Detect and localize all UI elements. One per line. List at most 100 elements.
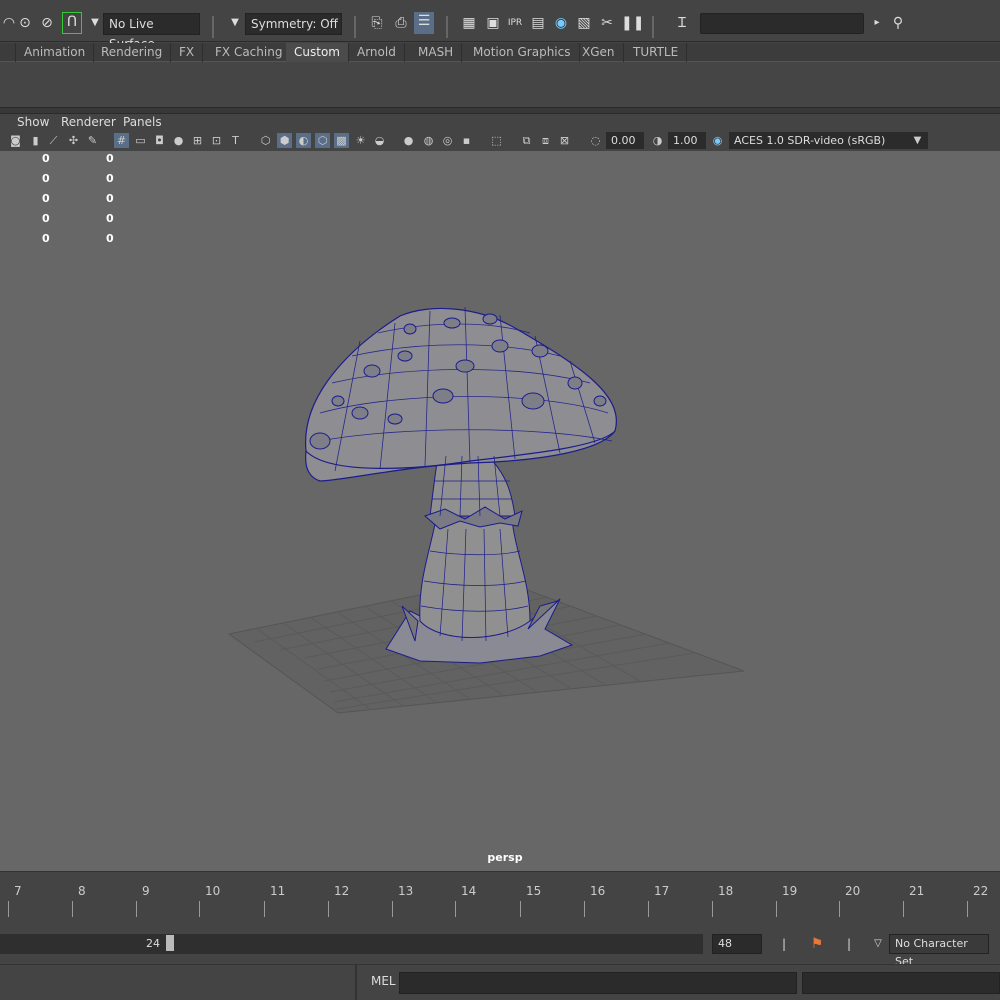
motion-blur-icon[interactable]: ◍ (421, 133, 436, 148)
frame-tick: 20 (845, 884, 861, 898)
symmetry-dropdown-icon[interactable]: ▼ (226, 14, 244, 32)
symmetry-field[interactable]: Symmetry: Off (245, 13, 342, 35)
character-set-field[interactable]: No Character Set (889, 934, 989, 968)
anti-aliasing-icon[interactable]: ◎ (440, 133, 455, 148)
mel-label[interactable]: MEL (371, 974, 396, 988)
frame-tick: 16 (590, 884, 606, 898)
tab-motion-graphics[interactable]: Motion Graphics (465, 43, 580, 62)
frame-tick: 15 (526, 884, 542, 898)
panel-menubar: Show Renderer Panels (0, 114, 1000, 132)
tab-custom[interactable]: Custom (286, 43, 349, 62)
exposure-field[interactable]: 0.00 (606, 132, 644, 149)
magic-wand-icon[interactable]: ✂ (598, 14, 616, 32)
frame-tick: 11 (270, 884, 286, 898)
tab-mash[interactable]: MASH (410, 43, 463, 62)
divider (354, 16, 356, 38)
range-bar[interactable]: 24 (0, 934, 703, 954)
make-live-magnet-icon[interactable]: Ո (62, 12, 82, 34)
output-ops-icon[interactable]: ⎙ (392, 14, 410, 32)
grease-pencil-icon[interactable]: ✎ (85, 133, 100, 148)
view-transform-dropdown-icon[interactable]: ▼ (910, 133, 925, 148)
divider (446, 16, 448, 38)
safe-action-icon[interactable]: ⊡ (209, 133, 224, 148)
dropdown-arrow-icon[interactable]: ▼ (86, 14, 104, 32)
time-slider[interactable]: 7 8 9 10 11 12 13 14 15 16 17 18 19 20 2… (0, 871, 1000, 917)
command-result-field (802, 972, 1000, 994)
safe-title-icon[interactable]: T (228, 133, 243, 148)
ipr-render-icon[interactable]: IPR (506, 14, 524, 32)
live-surface-field[interactable]: No Live Surface (103, 13, 200, 51)
camera-attributes-icon[interactable]: ◙ (8, 133, 23, 148)
exposure-icon[interactable]: ◌ (588, 133, 603, 148)
animation-end-field[interactable]: 48 (712, 934, 762, 954)
snap-view-plane-icon[interactable]: ⊘ (38, 14, 56, 32)
shadows-icon[interactable]: ◒ (372, 133, 387, 148)
perspective-viewport[interactable]: 0 0 0 0 0 0 0 0 0 0 persp (0, 151, 1000, 871)
input-ops-icon[interactable]: ⎘ (368, 14, 386, 32)
render-view-icon[interactable]: ▤ (529, 14, 547, 32)
view-transform-select[interactable]: ACES 1.0 SDR-video (sRGB) (729, 132, 928, 149)
menu-show[interactable]: Show (17, 114, 49, 130)
isolate-select-icon[interactable]: ⬚ (489, 133, 504, 148)
tick-line (328, 901, 329, 917)
wireframe-on-shaded-icon[interactable]: ⬡ (315, 133, 330, 148)
tab-fx[interactable]: FX (171, 43, 204, 62)
frame-tick: 12 (334, 884, 350, 898)
gamma-icon[interactable]: ◑ (650, 133, 665, 148)
lights-icon[interactable]: ☀ (353, 133, 368, 148)
textured-icon[interactable]: ▩ (334, 133, 349, 148)
character-set-dropdown-icon[interactable]: ▽ (869, 935, 887, 953)
collapse-arrow-icon[interactable]: ▸ (868, 14, 886, 32)
tick-line (584, 901, 585, 917)
mushroom-cap (305, 307, 617, 482)
maya-window: ◠ ⊙ ⊘ Ո ▼ No Live Surface ▼ Symmetry: Of… (0, 0, 1000, 1000)
construction-history-icon[interactable]: ☰ (414, 12, 434, 34)
tick-line (520, 901, 521, 917)
tab-xgen[interactable]: XGen (574, 43, 624, 62)
frame-tick: 8 (78, 884, 86, 898)
tab-fx-caching[interactable]: FX Caching (207, 43, 292, 62)
xray-components-icon[interactable]: ⊠ (557, 133, 572, 148)
tab-turtle[interactable]: TURTLE (625, 43, 688, 62)
depth-of-field-icon[interactable]: ▪ (459, 133, 474, 148)
default-material-icon[interactable]: ◐ (296, 133, 311, 148)
image-plane-icon[interactable]: ⟋ (46, 133, 61, 148)
tab-arnold[interactable]: Arnold (349, 43, 405, 62)
field-chart-icon[interactable]: ⊞ (190, 133, 205, 148)
pause-icon[interactable]: ❚❚ (621, 14, 644, 32)
menu-panels[interactable]: Panels (123, 114, 162, 130)
gate-mask-icon[interactable]: ● (171, 133, 186, 148)
render-current-icon[interactable]: ▣ (484, 14, 502, 32)
tick-line (455, 901, 456, 917)
render-settings-icon[interactable]: ▦ (460, 14, 478, 32)
2d-pan-zoom-icon[interactable]: ✣ (66, 133, 81, 148)
grid-icon[interactable]: # (114, 133, 129, 148)
search-input[interactable] (700, 13, 864, 34)
range-end-label: 24 (146, 937, 160, 950)
xray-icon[interactable]: ⧉ (519, 133, 534, 148)
text-cursor-icon[interactable]: Ɪ (673, 14, 691, 32)
smooth-shade-icon[interactable]: ⬢ (277, 133, 292, 148)
hypershade-icon[interactable]: ◉ (552, 14, 570, 32)
film-gate-icon[interactable]: ▭ (133, 133, 148, 148)
gamma-field[interactable]: 1.00 (668, 132, 706, 149)
snap-point-icon[interactable]: ⊙ (16, 14, 34, 32)
bookmark-icon[interactable]: ▮ (28, 133, 43, 148)
shelf-area (0, 62, 1000, 108)
auto-key-icon[interactable]: ⚑ (808, 935, 826, 953)
render-sequence-icon[interactable]: ▧ (575, 14, 593, 32)
frame-tick: 7 (14, 884, 22, 898)
wireframe-icon[interactable]: ⬡ (258, 133, 273, 148)
resolution-gate-icon[interactable]: ◘ (152, 133, 167, 148)
range-handle[interactable] (166, 935, 174, 951)
command-input[interactable] (399, 972, 797, 994)
tick-line (392, 901, 393, 917)
color-management-icon[interactable]: ◉ (710, 133, 725, 148)
xray-joints-icon[interactable]: ⧈ (538, 133, 553, 148)
tab-rendering[interactable]: Rendering (93, 43, 172, 62)
ambient-occlusion-icon[interactable]: ● (401, 133, 416, 148)
sign-in-search-icon[interactable]: ⚲ (889, 14, 907, 32)
tab-overflow[interactable] (0, 43, 16, 62)
menu-renderer[interactable]: Renderer (61, 114, 116, 130)
tab-animation[interactable]: Animation (16, 43, 95, 62)
